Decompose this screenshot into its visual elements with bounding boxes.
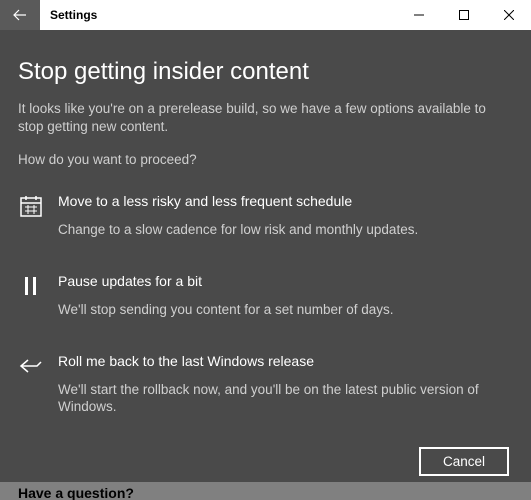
option-text: Pause updates for a bit We'll stop sendi… <box>58 273 513 319</box>
cancel-button[interactable]: Cancel <box>419 447 509 476</box>
option-desc: Change to a slow cadence for low risk an… <box>58 221 513 239</box>
option-slow-schedule[interactable]: Move to a less risky and less frequent s… <box>18 193 513 239</box>
option-text: Roll me back to the last Windows release… <box>58 353 513 416</box>
pause-icon <box>18 273 44 299</box>
minimize-button[interactable] <box>396 0 441 30</box>
content-area: Stop getting insider content It looks li… <box>0 30 531 408</box>
intro-text: It looks like you're on a prerelease bui… <box>18 100 508 136</box>
page-heading: Stop getting insider content <box>18 58 513 86</box>
arrow-left-icon <box>12 7 28 23</box>
close-icon <box>504 10 514 20</box>
button-row: Cancel <box>419 447 509 476</box>
rollback-icon <box>18 353 44 379</box>
minimize-icon <box>414 10 424 20</box>
option-desc: We'll stop sending you content for a set… <box>58 301 513 319</box>
window-controls <box>396 0 531 30</box>
maximize-icon <box>459 10 469 20</box>
window-title: Settings <box>40 8 97 22</box>
option-desc: We'll start the rollback now, and you'll… <box>58 381 513 416</box>
option-rollback[interactable]: Roll me back to the last Windows release… <box>18 353 513 416</box>
option-title: Pause updates for a bit <box>58 273 513 289</box>
back-button[interactable] <box>0 0 40 30</box>
titlebar-left: Settings <box>0 0 97 30</box>
option-text: Move to a less risky and less frequent s… <box>58 193 513 239</box>
titlebar: Settings <box>0 0 531 30</box>
maximize-button[interactable] <box>441 0 486 30</box>
option-pause[interactable]: Pause updates for a bit We'll stop sendi… <box>18 273 513 319</box>
option-title: Roll me back to the last Windows release <box>58 353 513 369</box>
calendar-icon <box>18 193 44 219</box>
footer-hint: Have a question? <box>0 482 531 500</box>
option-title: Move to a less risky and less frequent s… <box>58 193 513 209</box>
prompt-text: How do you want to proceed? <box>18 152 513 167</box>
close-button[interactable] <box>486 0 531 30</box>
